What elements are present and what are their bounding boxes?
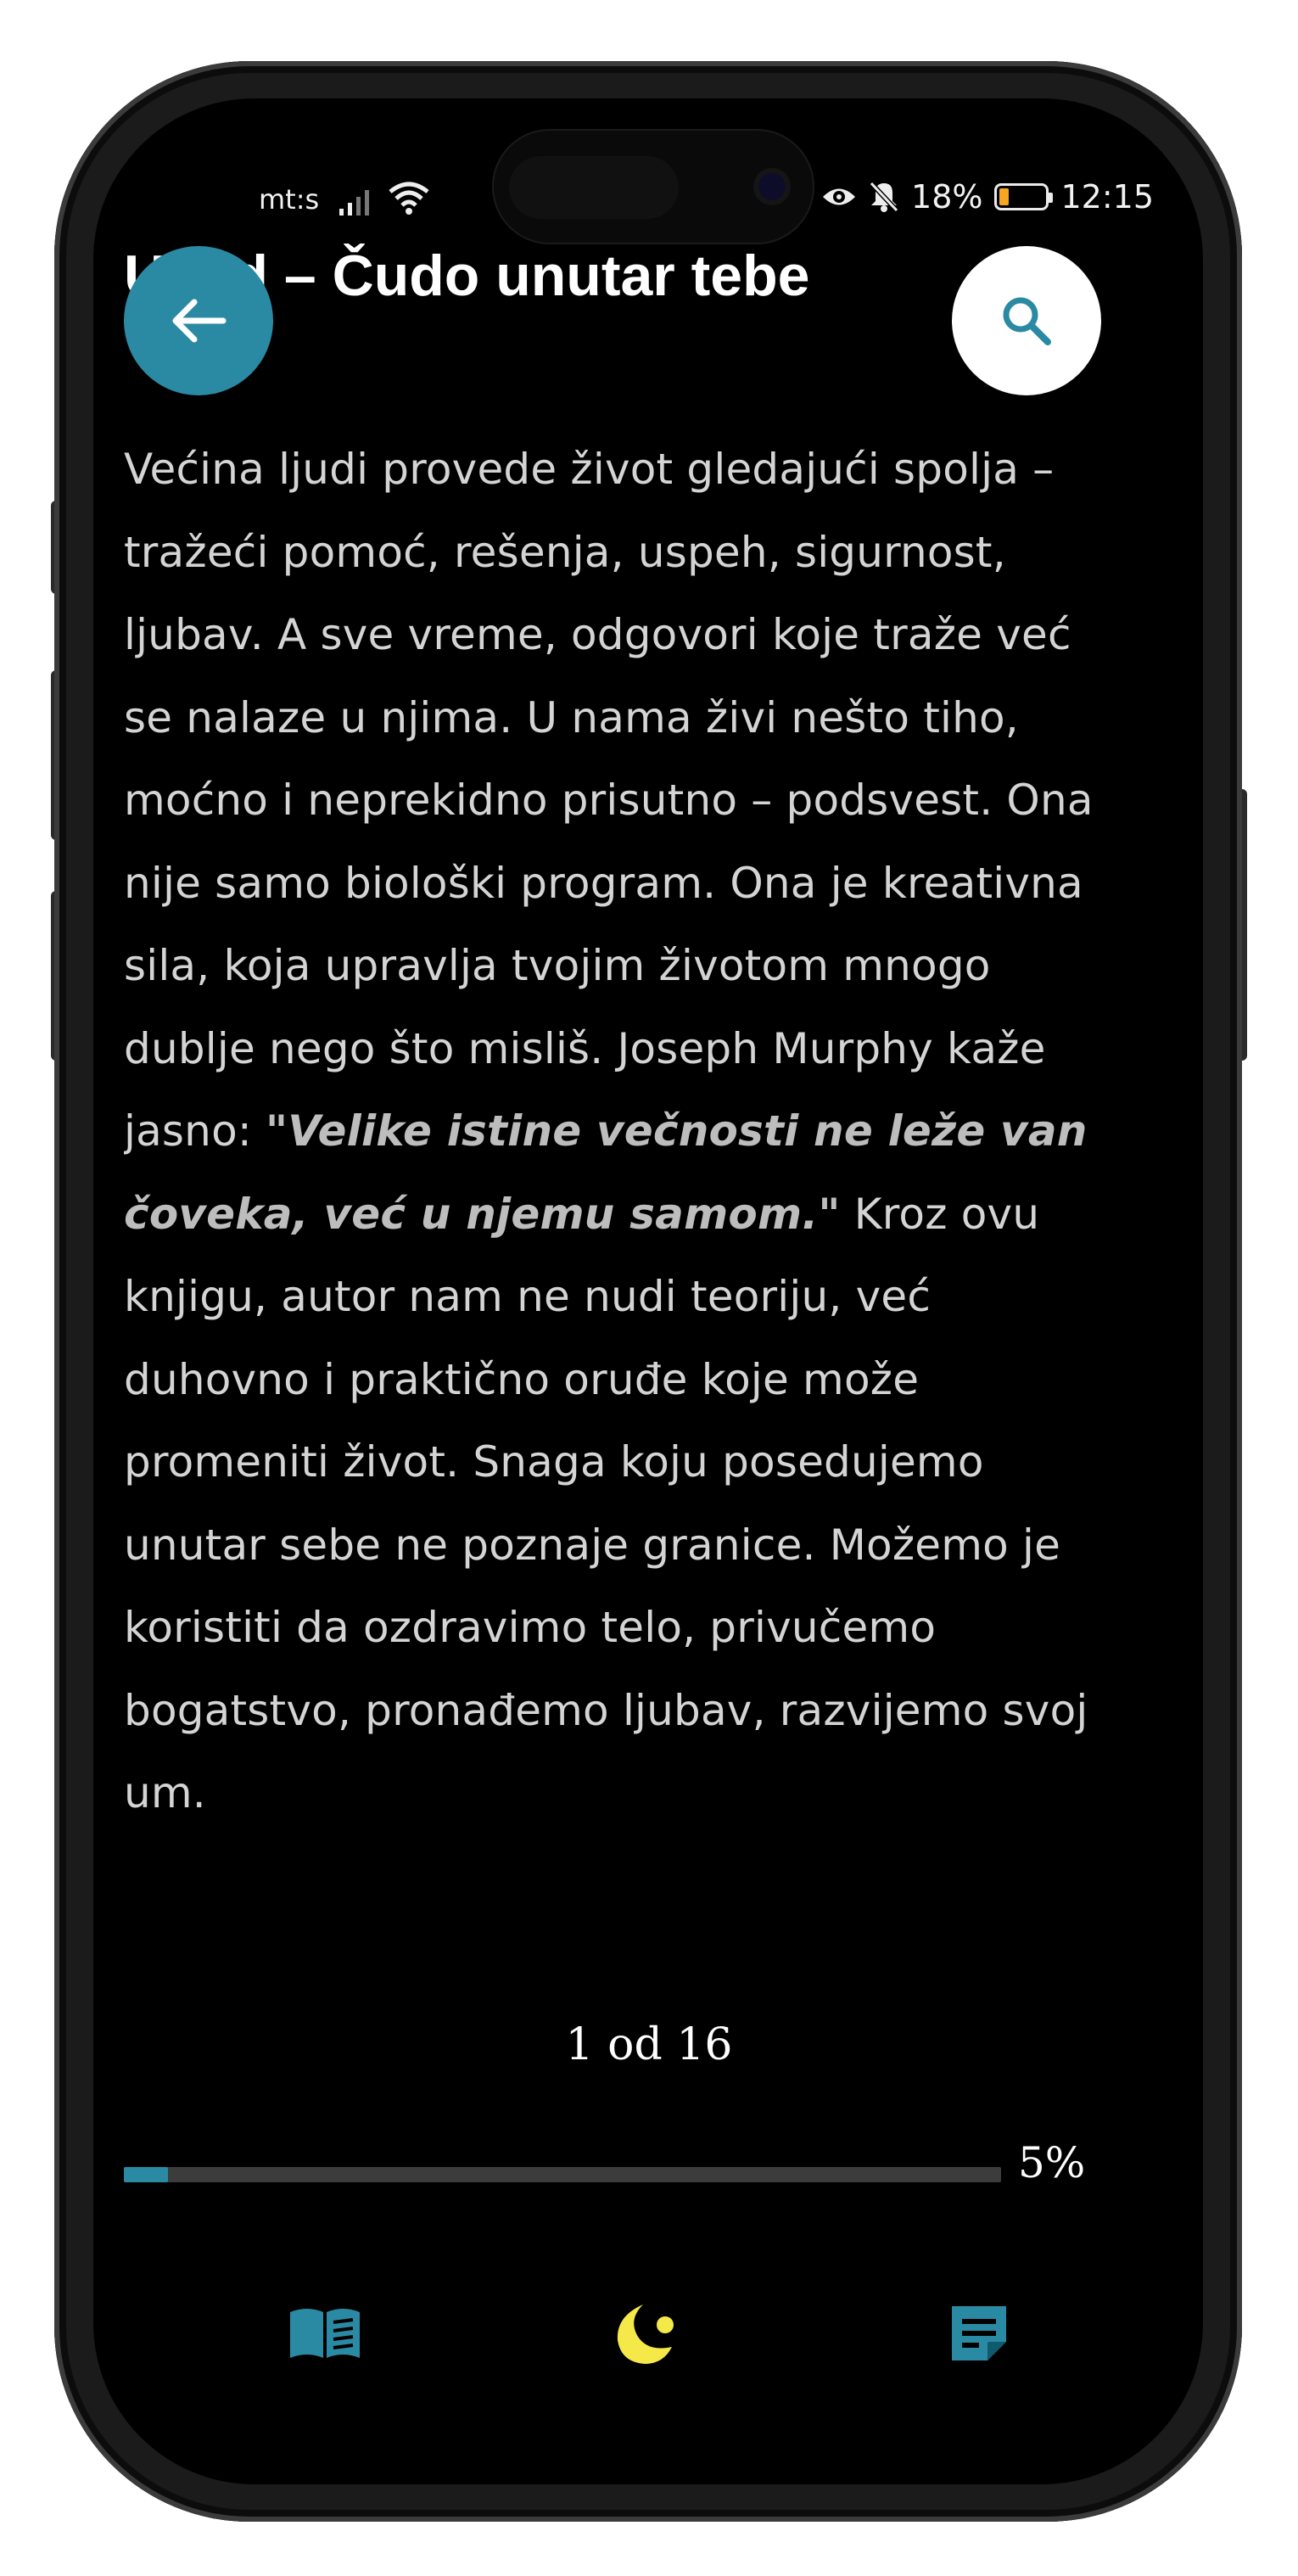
- back-button[interactable]: [124, 246, 273, 395]
- reading-progress-fill: [124, 2167, 168, 2182]
- paragraph-text-continued: Kroz ovu knjigu, autor nam ne nudi teori…: [124, 1189, 1088, 1818]
- book-open-icon: [290, 2309, 360, 2358]
- night-mode-icon: [617, 2304, 674, 2364]
- notes-button[interactable]: [928, 2282, 1030, 2384]
- search-button[interactable]: [952, 246, 1101, 395]
- page-indicator: 1 od 16: [565, 2019, 733, 2070]
- paragraph-text: Većina ljudi provede život gledajući spo…: [124, 445, 1094, 1156]
- search-icon: [1003, 297, 1051, 345]
- book-text: Većina ljudi provede život gledajući spo…: [124, 428, 1108, 1964]
- reading-progress-bar[interactable]: [124, 2167, 1001, 2182]
- notes-icon: [952, 2306, 1006, 2360]
- table-of-contents-button[interactable]: [274, 2282, 376, 2384]
- screen: mt:s 18% 12:15 Uvod – Čudo unutar tebe V…: [93, 98, 1203, 2484]
- night-mode-button[interactable]: [598, 2282, 700, 2384]
- arrow-left-icon: [172, 299, 227, 343]
- progress-percent: 5%: [1018, 2138, 1086, 2187]
- chapter-paragraph: Većina ljudi provede život gledajući spo…: [124, 428, 1108, 1835]
- phone-frame: mt:s 18% 12:15 Uvod – Čudo unutar tebe V…: [54, 61, 1242, 2522]
- bottom-toolbar: [93, 2282, 1203, 2384]
